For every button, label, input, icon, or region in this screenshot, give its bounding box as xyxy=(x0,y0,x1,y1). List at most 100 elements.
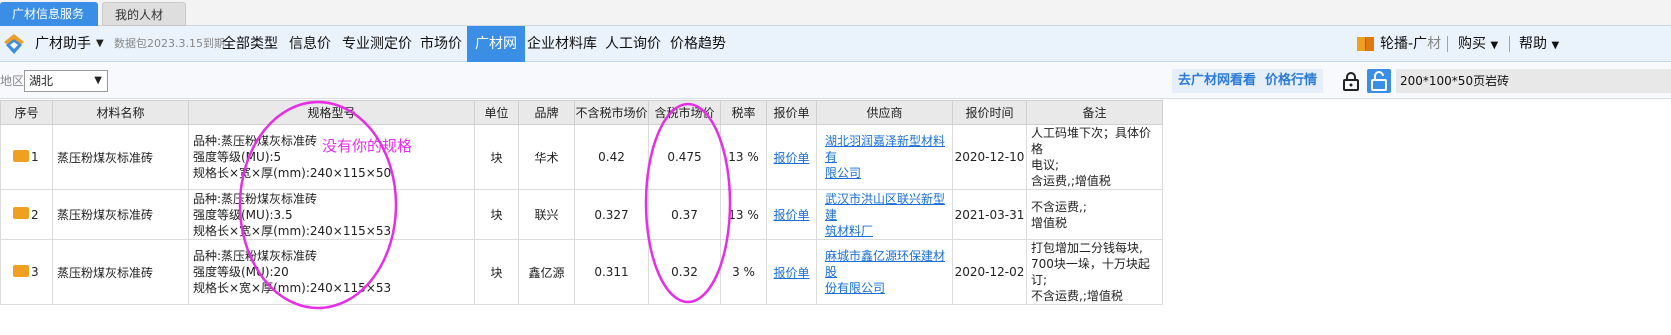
note-line: 含运费,;增值税 xyxy=(1031,174,1111,188)
help-label: 帮助 xyxy=(1519,36,1547,52)
search-input[interactable] xyxy=(1396,69,1671,93)
unlock-icon[interactable] xyxy=(1367,69,1391,93)
carousel-label-truncated: 材 xyxy=(1427,36,1442,52)
supplier-line: 麻城市鑫亿源环保建材股 xyxy=(825,249,946,279)
chevron-down-icon: ▼ xyxy=(1490,40,1499,51)
nav-market-price[interactable]: 市场价 xyxy=(420,26,462,62)
spec-line: 强度等级(MU):3.5 xyxy=(193,207,293,222)
header-index[interactable]: 序号 xyxy=(0,100,53,125)
divider xyxy=(1509,36,1510,52)
guangcai-tag-icon xyxy=(12,264,29,277)
spec-line: 品种:蒸压粉煤灰标准砖 xyxy=(193,249,318,263)
quote-link[interactable]: 报价单 xyxy=(773,151,809,165)
assistant-menu[interactable]: 广材助手 xyxy=(35,26,91,62)
note-line: 人工码堆下次；具体价格 xyxy=(1031,126,1152,156)
spec-line: 规格长×宽×厚(mm):240×115×50 xyxy=(193,166,392,180)
carousel-label: 轮播-广 xyxy=(1380,36,1428,52)
supplier-line: 湖北羽润嘉泽新型材料有 xyxy=(825,134,946,164)
annotation-text: 没有你的规格 xyxy=(322,137,413,155)
note-cell: 人工码堆下次；具体价格 电议; 含运费,;增值税 xyxy=(1026,124,1163,190)
note-cell: 不含运费,; 增值税 xyxy=(1026,189,1163,240)
tax-rate: 3 % xyxy=(720,239,767,305)
header-quote-date[interactable]: 报价时间 xyxy=(952,100,1027,125)
buy-label: 购买 xyxy=(1458,36,1486,52)
data-pack-expiry: 数据包2023.3.15到期 xyxy=(114,37,225,50)
help-menu[interactable]: 帮助 ▼ xyxy=(1519,26,1559,62)
row-index: 2 xyxy=(31,207,39,222)
nav-professional-price[interactable]: 专业测定价 xyxy=(342,26,412,62)
supplier-cell: 武汉市洪山区联兴新型建 筑材料厂 xyxy=(816,189,953,240)
carousel-link[interactable]: 轮播-广材 xyxy=(1380,26,1441,62)
spec-line: 品种:蒸压粉煤灰标准砖 xyxy=(193,191,318,206)
spec-line: 规格长×宽×厚(mm):240×115×53 xyxy=(193,223,392,238)
unit: 块 xyxy=(474,124,519,190)
brand: 联兴 xyxy=(518,189,575,240)
guangcai-tag-icon xyxy=(12,149,29,162)
price-in-tax: 0.475 xyxy=(648,124,721,190)
price-ex-tax: 0.311 xyxy=(574,239,649,305)
header-quote[interactable]: 报价单 xyxy=(766,100,817,125)
supplier-link[interactable]: 湖北羽润嘉泽新型材料有限公司 xyxy=(825,134,945,180)
quote-date: 2021-03-31 xyxy=(952,189,1027,240)
table-row[interactable]: 2 蒸压粉煤灰标准砖 品种:蒸压粉煤灰标准砖 强度等级(MU):3.5 规格长×… xyxy=(0,189,1163,240)
supplier-line: 限公司 xyxy=(825,166,862,180)
tab-my-resources[interactable]: 我的人材机 xyxy=(102,2,186,46)
spec-cell: 品种:蒸压粉煤灰标准砖 强度等级(MU):3.5 规格长×宽×厚(mm):240… xyxy=(188,189,475,240)
header-supplier[interactable]: 供应商 xyxy=(816,100,953,125)
supplier-link[interactable]: 武汉市洪山区联兴新型建 筑材料厂 xyxy=(825,192,945,238)
window-tab-bar: 广材信息服务 我的人材机 xyxy=(0,0,1671,46)
supplier-link[interactable]: 麻城市鑫亿源环保建材股 份有限公司 xyxy=(825,249,945,295)
nav-guangcai-net[interactable]: 广材网 xyxy=(467,26,525,62)
note-line: 不含运费,; xyxy=(1031,199,1087,214)
header-tax-rate[interactable]: 税率 xyxy=(720,100,767,125)
nav-enterprise-library[interactable]: 企业材料库 xyxy=(527,26,597,62)
material-name: 蒸压粉煤灰标准砖 xyxy=(52,239,189,305)
nav-price-trend[interactable]: 价格趋势 xyxy=(670,26,726,62)
quote-link[interactable]: 报价单 xyxy=(773,208,809,222)
table-row[interactable]: 1 蒸压粉煤灰标准砖 品种:蒸压粉煤灰标准砖 强度等级(MU):5 规格长×宽×… xyxy=(0,124,1163,190)
supplier-cell: 麻城市鑫亿源环保建材股 份有限公司 xyxy=(816,239,953,305)
header-spec[interactable]: 规格型号 xyxy=(188,100,475,125)
note-line: 增值税 xyxy=(1031,215,1068,230)
header-brand[interactable]: 品牌 xyxy=(518,100,575,125)
row-index: 3 xyxy=(31,265,39,279)
table-row[interactable]: 3 蒸压粉煤灰标准砖 品种:蒸压粉煤灰标准砖 强度等级(MU):20 规格长×宽… xyxy=(0,239,1163,305)
tab-guangcai-info-service[interactable]: 广材信息服务 xyxy=(0,2,98,26)
quote-link[interactable]: 报价单 xyxy=(773,266,809,280)
note-line: 电议; xyxy=(1031,158,1060,172)
header-price-ex-tax[interactable]: 不含税市场价 xyxy=(574,100,649,125)
quote-date: 2020-12-02 xyxy=(952,239,1027,305)
header-price-in-tax[interactable]: 含税市场价 xyxy=(648,100,721,125)
material-name: 蒸压粉煤灰标准砖 xyxy=(52,124,189,190)
table-header-row: 序号 材料名称 规格型号 单位 品牌 不含税市场价 含税市场价 税率 报价单 供… xyxy=(0,100,1163,125)
header-material-name[interactable]: 材料名称 xyxy=(52,100,189,125)
visit-guangcai-link[interactable]: 去广材网看看 xyxy=(1172,69,1263,93)
header-unit[interactable]: 单位 xyxy=(474,100,519,125)
region-select[interactable]: 湖北 ▼ xyxy=(24,70,108,92)
buy-menu[interactable]: 购买 ▼ xyxy=(1458,26,1498,62)
unit: 块 xyxy=(474,239,519,305)
brand: 鑫亿源 xyxy=(518,239,575,305)
material-price-table: 序号 材料名称 规格型号 单位 品牌 不含税市场价 含税市场价 税率 报价单 供… xyxy=(0,100,1163,305)
nav-labor-inquiry[interactable]: 人工询价 xyxy=(605,26,661,62)
nav-all-types[interactable]: 全部类型 xyxy=(222,26,278,62)
supplier-line: 筑材料厂 xyxy=(825,223,874,238)
row-index-cell: 2 xyxy=(0,189,53,240)
divider xyxy=(1447,36,1448,52)
region-value: 湖北 xyxy=(29,74,54,88)
chevron-down-icon[interactable]: ▼ xyxy=(96,26,104,62)
chevron-down-icon: ▼ xyxy=(1551,40,1560,51)
tax-rate: 13 % xyxy=(720,124,767,190)
header-note[interactable]: 备注 xyxy=(1026,100,1163,125)
row-index-cell: 1 xyxy=(0,124,53,190)
spec-line: 强度等级(MU):20 xyxy=(193,265,289,279)
main-nav-bar: 广材助手 ▼ 数据包2023.3.15到期 全部类型 信息价 专业测定价 市场价… xyxy=(0,26,1671,62)
book-icon[interactable] xyxy=(1356,35,1376,53)
note-line: 不含运费,;增值税 xyxy=(1031,289,1123,303)
lock-icon[interactable] xyxy=(1341,71,1361,91)
note-cell: 打包增加二分钱每块, 700块一垛，十万块起订; 不含运费,;增值税 xyxy=(1026,239,1163,305)
quote-cell: 报价单 xyxy=(766,239,817,305)
nav-info-price[interactable]: 信息价 xyxy=(289,26,331,62)
price-ex-tax: 0.42 xyxy=(574,124,649,190)
price-market-link[interactable]: 价格行情 xyxy=(1259,69,1324,93)
